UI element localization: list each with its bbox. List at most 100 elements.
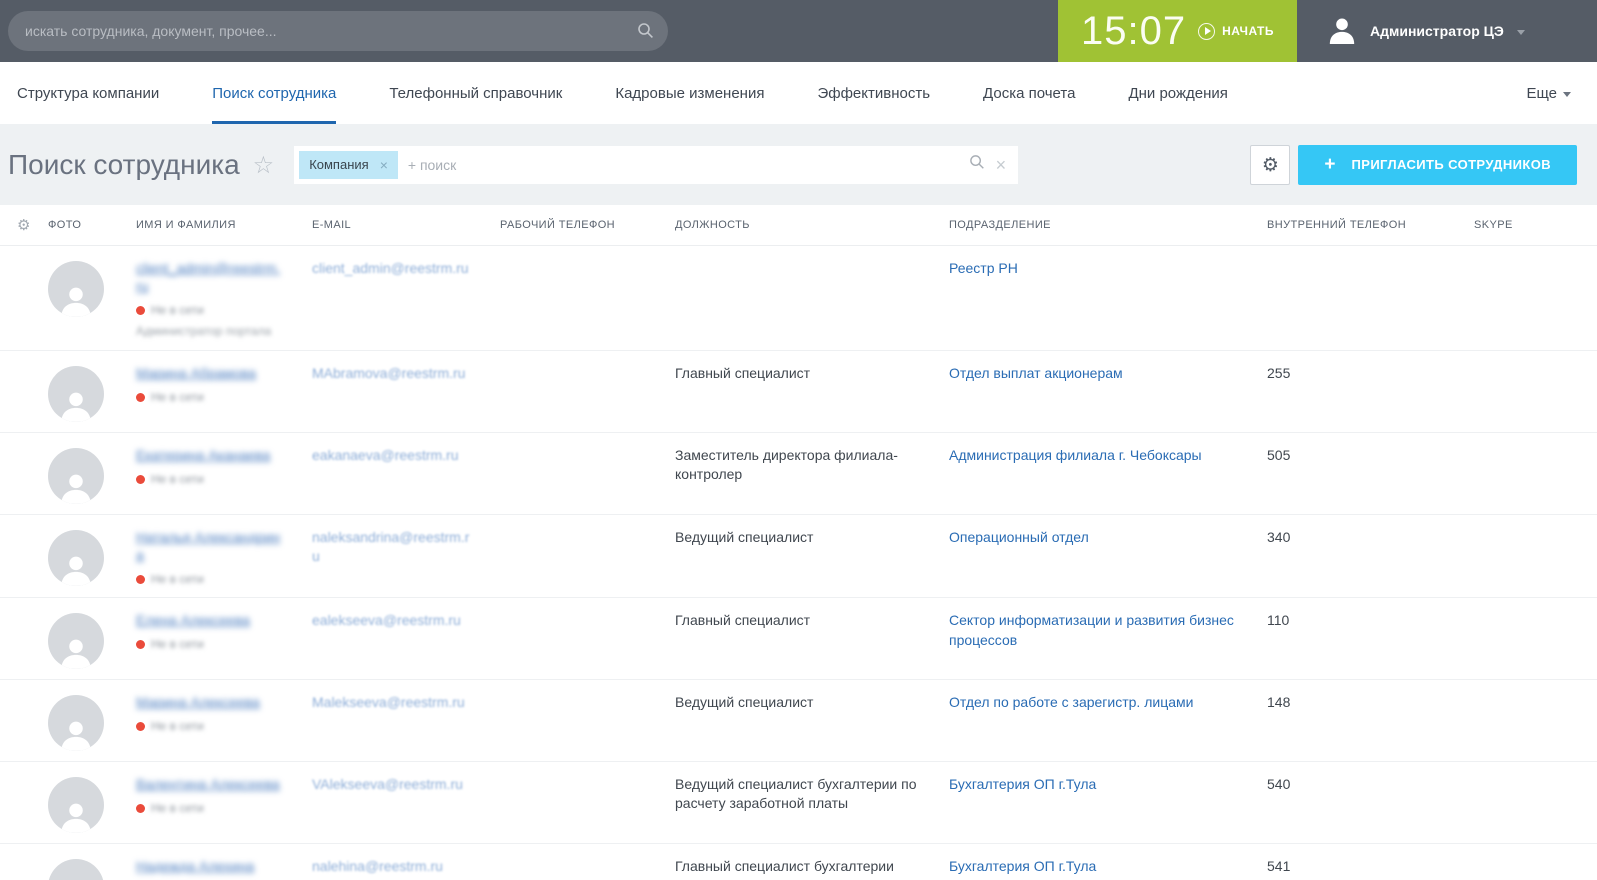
chip-remove-icon[interactable]: × xyxy=(380,157,388,173)
offline-status-dot-icon xyxy=(136,475,145,484)
gear-icon: ⚙ xyxy=(1262,154,1279,176)
avatar[interactable] xyxy=(48,695,104,751)
page-title: Поиск сотрудника xyxy=(8,149,240,181)
clock-time: 15:07 xyxy=(1081,9,1186,54)
status-text: Не в сети xyxy=(151,718,204,734)
offline-status-dot-icon xyxy=(136,575,145,584)
department-link[interactable]: Реестр РН xyxy=(949,259,1018,279)
employee-name-link[interactable]: Марина Алексеева xyxy=(136,693,260,711)
email-link[interactable]: MAbramova@reestrm.ru xyxy=(312,364,465,383)
department-link[interactable]: Сектор информатизации и развития бизнес … xyxy=(949,611,1237,650)
position-cell: Главный специалист бухгалтерии xyxy=(675,857,949,876)
tab-efficiency[interactable]: Эффективность xyxy=(817,62,930,124)
filter-search-icon[interactable] xyxy=(969,154,985,175)
column-header-department[interactable]: ПОДРАЗДЕЛЕНИЕ xyxy=(949,219,1267,231)
employee-name-link[interactable]: Марина Абрамова xyxy=(136,364,256,382)
position-cell: Ведущий специалист бухгалтерии по расчет… xyxy=(675,775,949,813)
status-text: Не в сети xyxy=(151,800,204,816)
internal-phone-cell: 540 xyxy=(1267,775,1474,794)
department-link[interactable]: Операционный отдел xyxy=(949,528,1089,548)
employee-name-link[interactable]: Валентина Алексеева xyxy=(136,775,280,793)
internal-phone-cell: 255 xyxy=(1267,364,1474,383)
filter-search-input[interactable] xyxy=(408,157,961,173)
avatar[interactable] xyxy=(48,613,104,669)
internal-phone-cell: 110 xyxy=(1267,611,1474,630)
email-link[interactable]: nalehina@reestrm.ru xyxy=(312,857,443,876)
search-icon[interactable] xyxy=(637,22,654,44)
status-line: Не в сети xyxy=(136,471,282,487)
avatar[interactable] xyxy=(48,448,104,504)
table-row: Елена Алексеева Не в сети ealekseeva@ree… xyxy=(0,598,1597,680)
column-header-name[interactable]: ИМЯ И ФАМИЛИЯ xyxy=(136,219,312,231)
status-text: Не в сети xyxy=(151,389,204,405)
filter-chip-label: Компания xyxy=(309,157,369,172)
avatar[interactable] xyxy=(48,530,104,586)
status-line: Не в сети xyxy=(136,571,282,587)
offline-status-dot-icon xyxy=(136,393,145,402)
email-link[interactable]: Malekseeva@reestrm.ru xyxy=(312,693,465,712)
tab-company-structure[interactable]: Структура компании xyxy=(17,62,159,124)
tab-birthdays[interactable]: Дни рождения xyxy=(1128,62,1227,124)
invite-button-label: ПРИГЛАСИТЬ СОТРУДНИКОВ xyxy=(1352,157,1552,172)
topbar: 15:07 НАЧАТЬ Администратор ЦЭ xyxy=(0,0,1597,62)
nav-more-button[interactable]: Еще xyxy=(1526,62,1571,124)
global-search-input[interactable] xyxy=(8,11,668,51)
employee-name-link[interactable]: Надежда Алехина xyxy=(136,857,254,875)
page-toolbar: Поиск сотрудника ☆ Компания × × ⚙ + ПРИГ… xyxy=(0,124,1597,205)
email-link[interactable]: client_admin@reestrm.ru xyxy=(312,259,469,278)
employee-subtitle: Администратор портала xyxy=(136,323,271,339)
grid-settings-gear-icon[interactable]: ⚙ xyxy=(17,216,30,234)
column-header-work-phone[interactable]: РАБОЧИЙ ТЕЛЕФОН xyxy=(500,219,675,231)
tab-hr-changes[interactable]: Кадровые изменения xyxy=(615,62,764,124)
start-label: НАЧАТЬ xyxy=(1222,24,1274,38)
invite-employees-button[interactable]: + ПРИГЛАСИТЬ СОТРУДНИКОВ xyxy=(1298,145,1577,185)
department-link[interactable]: Администрация филиала г. Чебоксары xyxy=(949,446,1202,466)
column-header-internal-phone[interactable]: ВНУТРЕННИЙ ТЕЛЕФОН xyxy=(1267,219,1474,231)
column-header-email[interactable]: E-MAIL xyxy=(312,219,500,231)
table-row: client_admin@reestrm.ru Не в сети Админи… xyxy=(0,246,1597,351)
filter-chip-company[interactable]: Компания × xyxy=(299,151,398,179)
column-header-photo[interactable]: ФОТО xyxy=(48,219,136,231)
internal-phone-cell: 340 xyxy=(1267,528,1474,547)
department-link[interactable]: Отдел по работе с зарегистр. лицами xyxy=(949,693,1193,713)
offline-status-dot-icon xyxy=(136,722,145,731)
department-link[interactable]: Отдел выплат акционерам xyxy=(949,364,1123,384)
employee-name-link[interactable]: Наталья Александрина xyxy=(136,528,282,564)
offline-status-dot-icon xyxy=(136,306,145,315)
offline-status-dot-icon xyxy=(136,804,145,813)
avatar[interactable] xyxy=(48,859,104,880)
favorite-star-icon[interactable]: ☆ xyxy=(253,153,275,177)
tab-phone-directory[interactable]: Телефонный справочник xyxy=(389,62,562,124)
table-row: Валентина Алексеева Не в сети VAlekseeva… xyxy=(0,762,1597,844)
nav-more-label: Еще xyxy=(1526,85,1557,102)
table-row: Марина Абрамова Не в сети MAbramova@rees… xyxy=(0,351,1597,433)
user-menu[interactable]: Администратор ЦЭ xyxy=(1297,0,1597,62)
email-link[interactable]: naleksandrina@reestrm.ru xyxy=(312,528,470,566)
email-link[interactable]: VAlekseeva@reestrm.ru xyxy=(312,775,463,794)
start-workday-button[interactable]: НАЧАТЬ xyxy=(1198,23,1274,40)
tab-honor-board[interactable]: Доска почета xyxy=(983,62,1075,124)
plus-icon: + xyxy=(1324,154,1335,176)
column-header-skype[interactable]: SKYPE xyxy=(1474,219,1597,231)
avatar[interactable] xyxy=(48,261,104,317)
column-header-position[interactable]: ДОЛЖНОСТЬ xyxy=(675,219,949,231)
avatar[interactable] xyxy=(48,366,104,422)
employee-name-link[interactable]: client_admin@reestrm.ru xyxy=(136,259,282,295)
department-link[interactable]: Бухгалтерия ОП г.Тула xyxy=(949,857,1096,877)
email-link[interactable]: eakanaeva@reestrm.ru xyxy=(312,446,459,465)
employee-table: client_admin@reestrm.ru Не в сети Админи… xyxy=(0,246,1597,880)
department-link[interactable]: Бухгалтерия ОП г.Тула xyxy=(949,775,1096,795)
employee-name-link[interactable]: Екатерина Аканаева xyxy=(136,446,270,464)
main-nav: Структура компании Поиск сотрудника Теле… xyxy=(0,62,1597,124)
settings-button[interactable]: ⚙ xyxy=(1250,145,1290,185)
employee-name-link[interactable]: Елена Алексеева xyxy=(136,611,250,629)
user-avatar-icon xyxy=(1327,14,1357,49)
avatar[interactable] xyxy=(48,777,104,833)
workday-clock-widget[interactable]: 15:07 НАЧАТЬ xyxy=(1058,0,1297,62)
status-text: Не в сети xyxy=(151,471,204,487)
tab-employee-search[interactable]: Поиск сотрудника xyxy=(212,62,336,124)
status-line: Не в сети xyxy=(136,800,282,816)
filter-clear-icon[interactable]: × xyxy=(996,156,1007,174)
filter-search-box[interactable]: Компания × × xyxy=(294,146,1018,184)
email-link[interactable]: ealekseeva@reestrm.ru xyxy=(312,611,461,630)
